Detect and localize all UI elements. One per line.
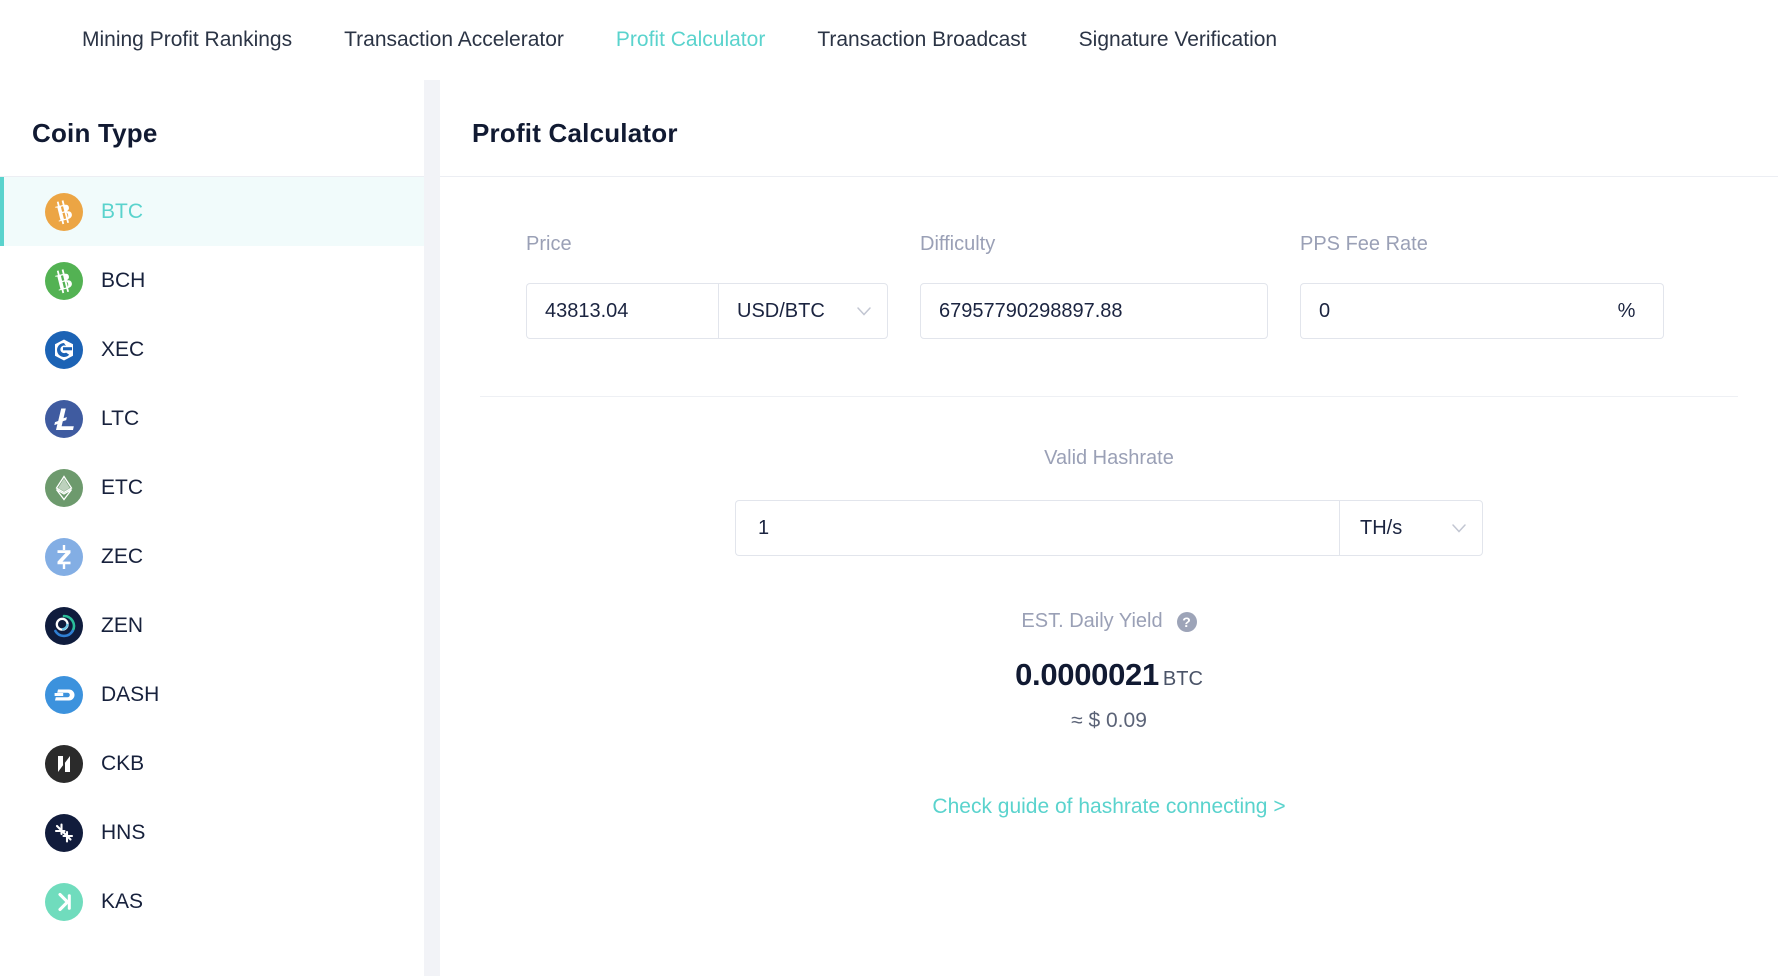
ckb-coin-icon — [45, 744, 83, 783]
sidebar-item-etc[interactable]: ETC — [0, 453, 424, 522]
etc-coin-icon — [45, 468, 83, 507]
tab-transaction-accelerator[interactable]: Transaction Accelerator — [318, 0, 590, 80]
hashrate-unit-value: TH/s — [1360, 516, 1403, 539]
yield-label-row: EST. Daily Yield ? — [480, 610, 1738, 633]
sidebar-item-dash[interactable]: DASH — [0, 660, 424, 729]
sidebar-item-zen[interactable]: ZEN — [0, 591, 424, 660]
sidebar-item-btc[interactable]: B BTC — [0, 177, 424, 246]
calculator-form: Price 43813.04 USD/BTC Difficulty 679577… — [440, 177, 1778, 819]
tab-transaction-broadcast[interactable]: Transaction Broadcast — [791, 0, 1052, 80]
tab-profit-calculator[interactable]: Profit Calculator — [590, 0, 791, 80]
sidebar-item-zec[interactable]: ZEC — [0, 522, 424, 591]
pps-fee-rate-input[interactable]: 0 — [1300, 283, 1590, 339]
sidebar-item-label: ZEC — [101, 544, 143, 568]
price-field-group: Price 43813.04 USD/BTC — [526, 233, 888, 339]
sidebar-item-label: CKB — [101, 751, 145, 775]
price-input[interactable]: 43813.04 — [526, 283, 718, 339]
ltc-coin-icon — [45, 399, 83, 438]
sidebar-item-label: ZEN — [101, 613, 143, 637]
price-label: Price — [526, 233, 572, 255]
price-control: 43813.04 USD/BTC — [526, 283, 888, 339]
hashrate-guide-link[interactable]: Check guide of hashrate connecting > — [480, 795, 1738, 819]
chevron-down-icon — [1452, 523, 1466, 533]
coin-type-heading: Coin Type — [32, 118, 158, 148]
hashrate-input[interactable]: 1 — [735, 500, 1339, 556]
sidebar-item-label: LTC — [101, 406, 140, 430]
page-layout: Coin Type B BTC B BCH XEC LTC ETC ZEC ZE… — [0, 80, 1778, 976]
sidebar-item-label: XEC — [101, 337, 145, 361]
zen-coin-icon — [45, 606, 83, 645]
profit-calculator-panel: Profit Calculator Price 43813.04 USD/BTC — [440, 80, 1778, 976]
btc-coin-icon: B — [45, 192, 83, 231]
yield-currency: BTC — [1162, 668, 1203, 690]
hashrate-label: Valid Hashrate — [1044, 447, 1174, 469]
pps-fee-rate-label: PPS Fee Rate — [1300, 233, 1428, 255]
sidebar-item-label: DASH — [101, 682, 160, 706]
page-title: Profit Calculator — [472, 118, 678, 148]
sidebar-item-label: KAS — [101, 889, 144, 913]
hashrate-unit-select[interactable]: TH/s — [1339, 500, 1483, 556]
sidebar-item-label: BCH — [101, 268, 146, 292]
tab-signature-verification[interactable]: Signature Verification — [1053, 0, 1303, 80]
chevron-down-icon — [857, 306, 871, 316]
difficulty-input[interactable]: 67957790298897.88 — [920, 283, 1268, 339]
yield-amount: 0.0000021 — [1015, 657, 1159, 692]
pps-fee-rate-field-group: PPS Fee Rate 0 % — [1300, 233, 1664, 339]
yield-label: EST. Daily Yield — [1021, 610, 1163, 632]
coin-list: B BTC B BCH XEC LTC ETC ZEC ZEN DASH CKB… — [0, 177, 424, 936]
bch-coin-icon: B — [45, 261, 83, 300]
sidebar-item-hns[interactable]: HNS — [0, 798, 424, 867]
hashrate-section: Valid Hashrate 1 TH/s — [480, 397, 1738, 556]
sidebar-item-ltc[interactable]: LTC — [0, 384, 424, 453]
difficulty-field-group: Difficulty 67957790298897.88 — [920, 233, 1268, 339]
xec-coin-icon — [45, 330, 83, 369]
zec-coin-icon — [45, 537, 83, 576]
sidebar-item-label: BTC — [101, 199, 143, 223]
yield-fiat-equivalent: ≈ $ 0.09 — [1071, 709, 1147, 732]
coin-type-panel: Coin Type B BTC B BCH XEC LTC ETC ZEC ZE… — [0, 80, 424, 976]
hns-coin-icon — [45, 813, 83, 852]
dash-coin-icon — [45, 675, 83, 714]
main-tab-bar: Mining Profit Rankings Transaction Accel… — [0, 0, 1778, 80]
sidebar-item-kas[interactable]: KAS — [0, 867, 424, 936]
hashrate-control: 1 TH/s — [480, 500, 1738, 556]
pps-fee-rate-control: 0 % — [1300, 283, 1664, 339]
pps-fee-rate-unit: % — [1590, 283, 1664, 339]
kas-coin-icon — [45, 882, 83, 921]
sidebar-item-label: HNS — [101, 820, 146, 844]
tab-mining-profit-rankings[interactable]: Mining Profit Rankings — [56, 0, 318, 80]
sidebar-item-label: ETC — [101, 475, 143, 499]
difficulty-label: Difficulty — [920, 233, 996, 255]
price-currency-value: USD/BTC — [737, 299, 825, 322]
difficulty-control: 67957790298897.88 — [920, 283, 1268, 339]
yield-value-row: 0.0000021 BTC — [480, 657, 1738, 693]
inputs-row: Price 43813.04 USD/BTC Difficulty 679577… — [480, 177, 1738, 339]
help-icon[interactable]: ? — [1176, 611, 1197, 632]
sidebar-item-xec[interactable]: XEC — [0, 315, 424, 384]
price-currency-select[interactable]: USD/BTC — [718, 283, 888, 339]
sidebar-item-ckb[interactable]: CKB — [0, 729, 424, 798]
sidebar-item-bch[interactable]: B BCH — [0, 246, 424, 315]
